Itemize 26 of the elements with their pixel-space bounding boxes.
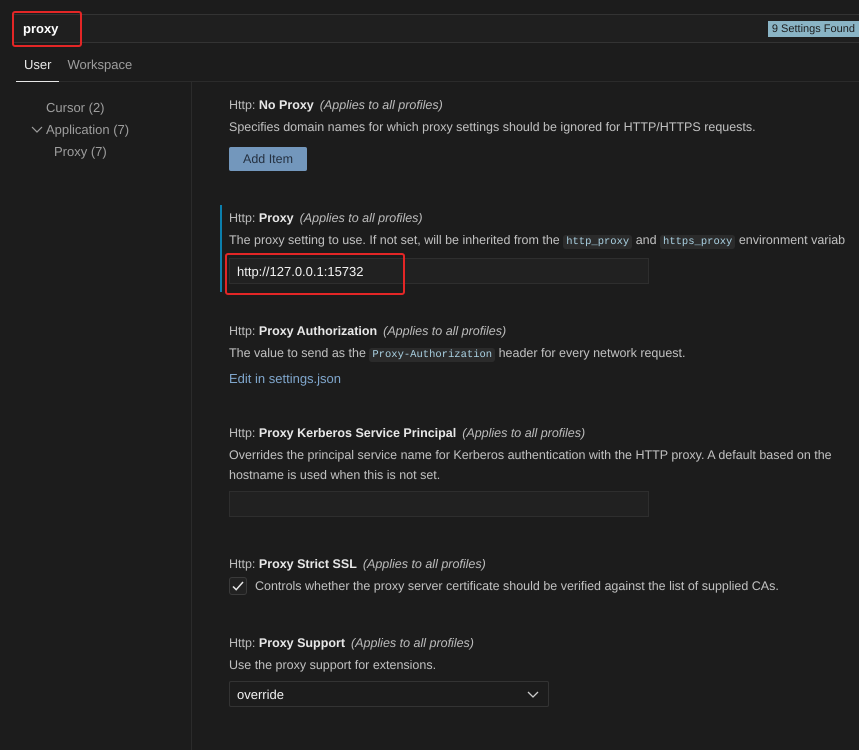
- setting-title: Http: Proxy Strict SSL (Applies to all profiles): [229, 557, 487, 571]
- setting-title: Http: Proxy (Applies to all profiles): [229, 211, 424, 225]
- setting-title: Http: Proxy Kerberos Service Principal (Applies to all profiles): [229, 426, 586, 440]
- checkbox-label: Controls whether the proxy server certificate should be verified against the list of supplied CAs.: [255, 578, 779, 595]
- input-field[interactable]: http://127.0.0.1:15732: [229, 258, 649, 284]
- tree-item[interactable]: Proxy (7): [54, 144, 107, 158]
- dropdown[interactable]: override: [229, 681, 549, 707]
- checkbox[interactable]: [229, 577, 247, 595]
- add-item-button[interactable]: Add Item: [229, 147, 308, 171]
- setting-description: The value to send as the Proxy-Authorization header for every network request.: [229, 345, 686, 364]
- tree-item[interactable]: Cursor (2): [46, 100, 105, 114]
- check-icon: [231, 579, 245, 593]
- search-bar[interactable]: proxy 9 Settings Found: [12, 14, 859, 43]
- setting-description: Specifies domain names for which proxy settings should be ignored for HTTP/HTTPS requests.: [229, 119, 757, 136]
- tree-item[interactable]: Application (7): [46, 122, 130, 136]
- result-count-badge: 9 Settings Found: [768, 20, 859, 36]
- tab[interactable]: Workspace: [59, 53, 140, 82]
- setting-title: Http: Proxy Support (Applies to all profiles): [229, 636, 475, 650]
- setting-description: The proxy setting to use. If not set, will be inherited from the http_proxy and https_proxy environment variab: [229, 232, 846, 251]
- search-field[interactable]: proxy: [13, 16, 768, 41]
- setting-title: Http: No Proxy (Applies to all profiles): [229, 98, 444, 112]
- setting-description: Overrides the principal service name for Kerberos authentication with the HTTP proxy. A default based on the hostname is used when this is not set.: [229, 447, 833, 484]
- setting-description: Use the proxy support for extensions.: [229, 657, 438, 674]
- tab[interactable]: User: [16, 53, 60, 82]
- setting-title: Http: Proxy Authorization (Applies to all profiles): [229, 324, 508, 338]
- edit-link[interactable]: Edit in settings.json: [229, 371, 342, 386]
